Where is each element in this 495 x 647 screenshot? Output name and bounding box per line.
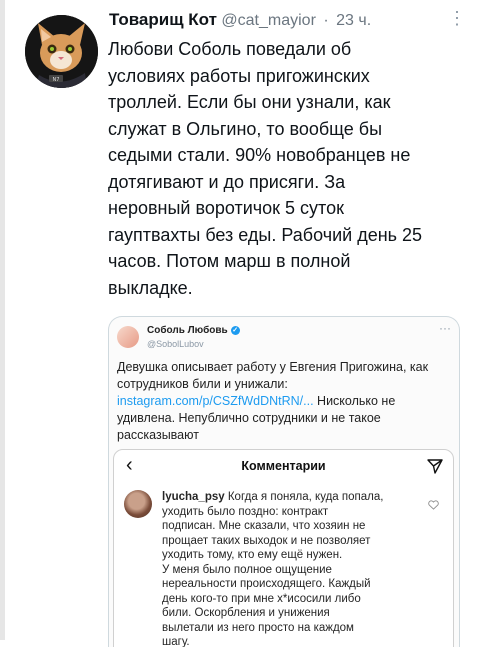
separator-dot: ·	[323, 12, 329, 29]
window-left-edge	[0, 0, 5, 640]
comments-screenshot: ‹ Комментарии lyucha_psy Когда я поняла,…	[113, 449, 454, 647]
send-icon	[427, 459, 443, 474]
quoted-author-avatar[interactable]	[117, 326, 139, 348]
comment-text: lyucha_psy Когда я поняла, куда попала, …	[162, 490, 410, 647]
author-handle[interactable]: @cat_mayior	[221, 12, 316, 29]
tweet[interactable]: N7 Товарищ Кот @cat_mayior · 23 ч. ⋮ Люб…	[23, 6, 473, 647]
quoted-more-options-icon[interactable]: ···	[439, 321, 451, 335]
tweet-header: Товарищ Кот @cat_mayior · 23 ч. ⋮	[109, 8, 469, 34]
commenter-avatar	[124, 490, 152, 518]
heart-icon	[428, 500, 439, 510]
tweet-timestamp[interactable]: 23 ч.	[336, 12, 371, 29]
author-name[interactable]: Товарищ Кот	[109, 10, 217, 29]
quoted-author-handle[interactable]: @SobolLubov	[147, 339, 204, 349]
quoted-tweet[interactable]: Соболь Любовь ✓ @SobolLubov ··· Девушка о…	[108, 316, 460, 647]
commenter-username: lyucha_psy	[162, 491, 225, 503]
comment-body: Когда я поняла, куда попала, уходить был…	[162, 491, 384, 647]
tweet-text: Любови Соболь поведали об условиях работ…	[108, 39, 423, 298]
quoted-tweet-text: Девушка описывает работу у Евгения Приго…	[117, 359, 452, 444]
cat-avatar-image: N7	[25, 15, 98, 88]
comments-title: Комментарии	[241, 459, 326, 473]
quoted-author-name-row: Соболь Любовь ✓	[147, 325, 240, 336]
more-options-icon[interactable]: ⋮	[448, 8, 466, 29]
verified-badge-icon: ✓	[230, 325, 240, 335]
quoted-author-name[interactable]: Соболь Любовь	[147, 325, 228, 336]
quoted-text-before-link: Девушка описывает работу у Евгения Приго…	[117, 360, 429, 391]
instagram-link[interactable]: instagram.com/p/CSZfWdDNtRN/...	[117, 394, 314, 408]
author-avatar[interactable]: N7	[25, 15, 98, 88]
svg-text:N7: N7	[53, 77, 60, 83]
